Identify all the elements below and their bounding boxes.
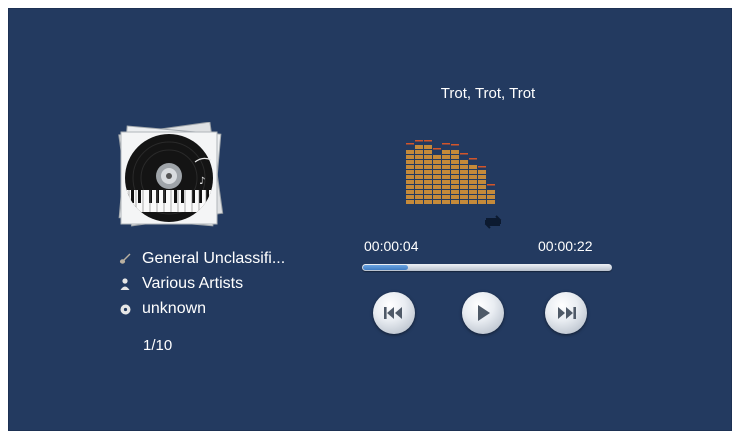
artist-row: Various Artists xyxy=(118,275,243,293)
equalizer-bar xyxy=(415,140,423,204)
equalizer-peak xyxy=(442,143,450,145)
album-art-icon: ♪ xyxy=(118,122,224,227)
equalizer-visualizer xyxy=(406,140,495,204)
equalizer-bar xyxy=(478,166,486,204)
guitar-icon xyxy=(118,252,132,266)
genre-label: General Unclassifi... xyxy=(142,250,286,267)
person-icon xyxy=(118,277,132,291)
track-title: Trot, Trot, Trot xyxy=(440,85,536,102)
equalizer-bar xyxy=(451,144,459,204)
equalizer-bar xyxy=(487,184,495,204)
artist-label: Various Artists xyxy=(142,275,244,292)
skip-previous-icon xyxy=(384,307,402,319)
genre-row: General Unclassifi... xyxy=(118,250,285,268)
total-duration: 00:00:22 xyxy=(538,238,593,254)
progress-bar[interactable] xyxy=(362,264,612,271)
equalizer-bar xyxy=(424,140,432,204)
progress-fill xyxy=(363,265,408,270)
music-player-screen: ♪ General Unclassifi... Various Artists … xyxy=(8,8,732,431)
play-icon xyxy=(478,305,490,321)
equalizer-peak xyxy=(406,143,414,145)
equalizer-peak xyxy=(469,158,477,160)
equalizer-peak xyxy=(451,144,459,146)
equalizer-bar xyxy=(442,143,450,204)
repeat-icon[interactable] xyxy=(482,215,504,229)
equalizer-bar xyxy=(469,158,477,204)
equalizer-bar xyxy=(406,143,414,204)
svg-text:♪: ♪ xyxy=(199,176,205,187)
equalizer-peak xyxy=(415,140,423,142)
skip-next-icon xyxy=(558,307,576,319)
equalizer-peak xyxy=(487,184,495,186)
previous-track-button[interactable] xyxy=(373,292,415,334)
equalizer-bar xyxy=(433,148,441,204)
disc-icon xyxy=(118,302,132,316)
elapsed-time: 00:00:04 xyxy=(364,238,419,254)
play-button[interactable] xyxy=(462,292,504,334)
equalizer-peak xyxy=(460,153,468,155)
equalizer-bar xyxy=(460,153,468,204)
track-index: 1/10 xyxy=(143,337,173,354)
next-track-button[interactable] xyxy=(545,292,587,334)
album-label: unknown xyxy=(142,300,207,317)
equalizer-peak xyxy=(478,166,486,168)
equalizer-peak xyxy=(424,140,432,142)
equalizer-peak xyxy=(433,148,441,150)
album-row: unknown xyxy=(118,300,206,318)
